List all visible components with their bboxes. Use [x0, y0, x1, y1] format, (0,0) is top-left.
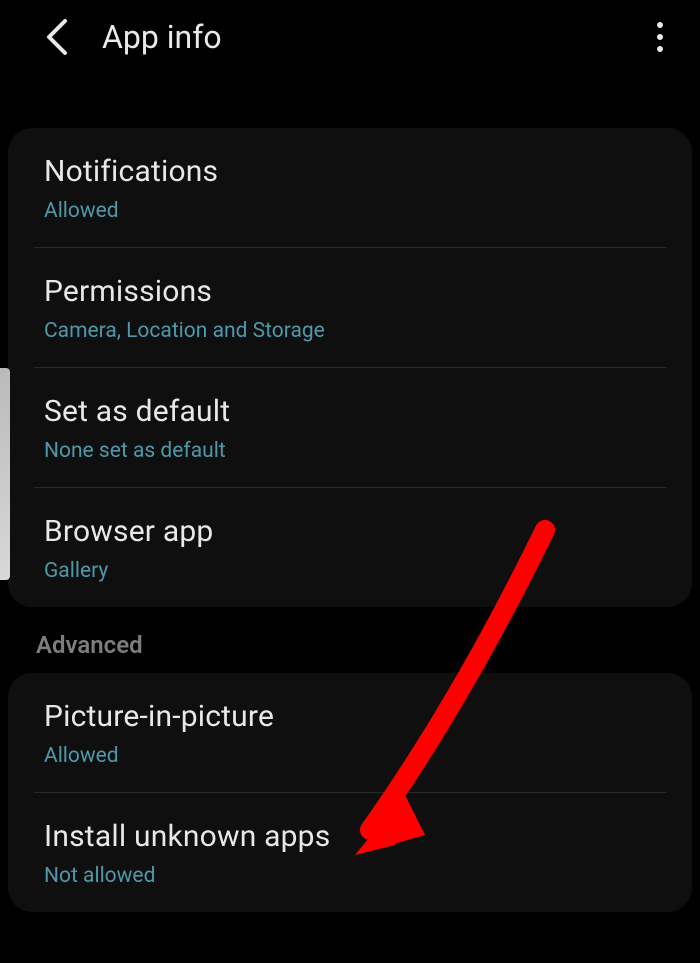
browser-app-title: Browser app: [44, 514, 656, 549]
app-info-screen: App info Notifications Allowed Permissio…: [0, 0, 700, 963]
set-as-default-item[interactable]: Set as default None set as default: [8, 368, 692, 487]
settings-card-advanced: Picture-in-picture Allowed Install unkno…: [8, 673, 692, 912]
permissions-status: Camera, Location and Storage: [44, 319, 656, 343]
set-as-default-title: Set as default: [44, 394, 656, 429]
page-title: App info: [102, 18, 640, 56]
more-options-button[interactable]: [640, 21, 680, 53]
browser-app-item[interactable]: Browser app Gallery: [8, 488, 692, 607]
advanced-section-label: Advanced: [0, 607, 700, 673]
notifications-item[interactable]: Notifications Allowed: [8, 128, 692, 247]
more-vertical-icon: [655, 21, 665, 53]
picture-in-picture-status: Allowed: [44, 744, 656, 768]
browser-app-status: Gallery: [44, 559, 656, 583]
back-chevron-icon: [45, 19, 69, 55]
picture-in-picture-title: Picture-in-picture: [44, 699, 656, 734]
app-bar: App info: [0, 0, 700, 74]
permissions-title: Permissions: [44, 274, 656, 309]
picture-in-picture-item[interactable]: Picture-in-picture Allowed: [8, 673, 692, 792]
notifications-title: Notifications: [44, 154, 656, 189]
back-button[interactable]: [40, 19, 74, 55]
set-as-default-status: None set as default: [44, 439, 656, 463]
install-unknown-apps-status: Not allowed: [44, 864, 656, 888]
install-unknown-apps-title: Install unknown apps: [44, 819, 656, 854]
permissions-item[interactable]: Permissions Camera, Location and Storage: [8, 248, 692, 367]
settings-card-main: Notifications Allowed Permissions Camera…: [8, 128, 692, 607]
screenshot-edge-bar: [0, 368, 10, 580]
install-unknown-apps-item[interactable]: Install unknown apps Not allowed: [8, 793, 692, 912]
notifications-status: Allowed: [44, 199, 656, 223]
